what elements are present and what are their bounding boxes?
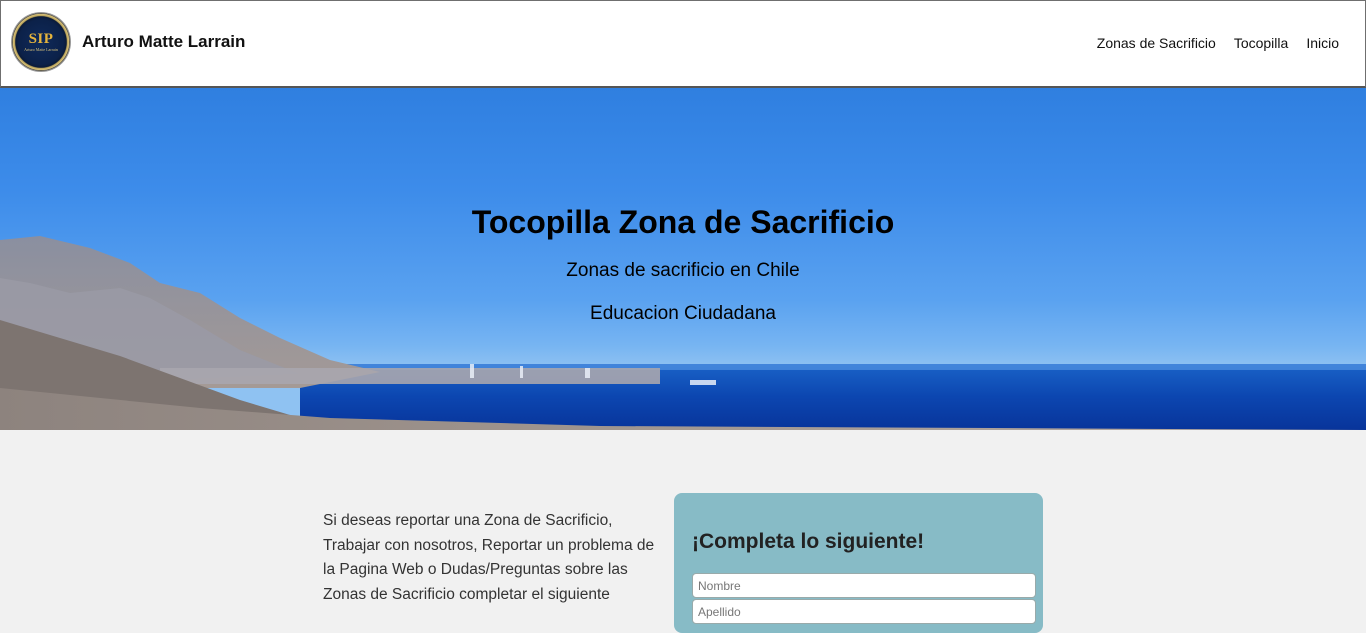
- hero-banner: Tocopilla Zona de Sacrificio Zonas de sa…: [0, 88, 1366, 430]
- intro-text: Si deseas reportar una Zona de Sacrifici…: [323, 512, 655, 603]
- top-navbar: SIP Arturo Matte Larrain Arturo Matte La…: [0, 0, 1366, 88]
- hero-title: Tocopilla Zona de Sacrificio: [471, 204, 895, 240]
- contact-section: Si deseas reportar una Zona de Sacrifici…: [0, 430, 1366, 633]
- nav-link-tocopilla[interactable]: Tocopilla: [1234, 35, 1288, 51]
- nav-link-zonas-de-sacrificio[interactable]: Zonas de Sacrificio: [1097, 35, 1216, 51]
- nav-link-inicio[interactable]: Inicio: [1306, 35, 1339, 51]
- form-title: ¡Completa lo siguiente!: [692, 530, 925, 553]
- brand-name[interactable]: Arturo Matte Larrain: [82, 32, 245, 52]
- last-name-field[interactable]: [692, 599, 1036, 624]
- logo-subtitle: Arturo Matte Larrain: [24, 47, 58, 52]
- first-name-field[interactable]: [692, 573, 1036, 598]
- school-logo[interactable]: SIP Arturo Matte Larrain: [12, 13, 70, 71]
- hero-landscape-image: [0, 236, 1366, 430]
- contact-form: ¡Completa lo siguiente!: [674, 493, 1043, 633]
- main-nav: Zonas de Sacrificio Tocopilla Inicio: [1079, 35, 1339, 51]
- hero-subtitle: Zonas de sacrificio en Chile: [566, 260, 800, 281]
- hero-tagline: Educacion Ciudadana: [590, 303, 776, 324]
- brand[interactable]: SIP Arturo Matte Larrain Arturo Matte La…: [12, 13, 245, 71]
- logo-initials: SIP: [28, 31, 54, 47]
